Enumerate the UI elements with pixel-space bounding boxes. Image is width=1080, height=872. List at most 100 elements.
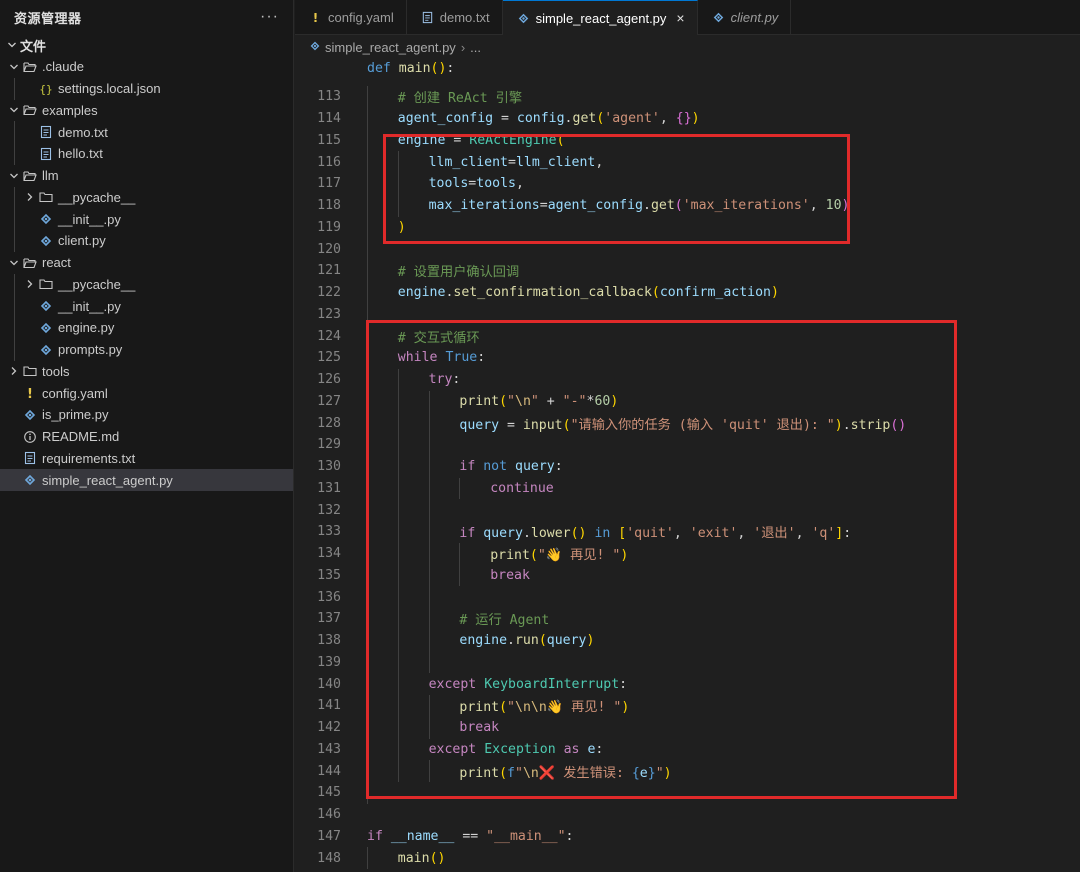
code-line[interactable]: 140 except KeyboardInterrupt: <box>295 673 1080 695</box>
tree-item-label: config.yaml <box>42 385 108 401</box>
code-token: . <box>507 633 515 649</box>
breadcrumb-file[interactable]: simple_react_agent.py <box>325 40 456 55</box>
tree-item[interactable]: simple_react_agent.py <box>0 469 293 491</box>
code-text: if not query: <box>459 459 562 474</box>
code-line[interactable]: 138 engine.run(query) <box>295 629 1080 652</box>
code-line[interactable]: 147 if __name__ == "__main__": <box>295 826 1080 848</box>
tree-item[interactable]: hello.txt <box>0 143 293 165</box>
breadcrumb-separator: › <box>460 39 466 55</box>
tree-item[interactable]: examples <box>0 100 293 122</box>
code-line[interactable]: 125 while True: <box>295 347 1080 369</box>
code-line[interactable]: 115 engine = ReActEngine( <box>295 129 1080 152</box>
indent-guide <box>367 86 368 108</box>
tree-item[interactable]: __init__.py <box>0 208 293 230</box>
code-line[interactable]: 127 print("\n" + "-"*60) <box>295 390 1080 413</box>
code-line[interactable]: 146 <box>295 804 1080 826</box>
code-line[interactable]: 119) <box>295 216 1080 239</box>
tree-item[interactable]: prompts.py <box>0 338 293 361</box>
code-line[interactable]: 121 # 设置用户确认回调 <box>295 260 1080 282</box>
code-token: tools <box>428 176 469 192</box>
line-number: 145 <box>317 785 341 801</box>
code-line[interactable]: 120 <box>295 238 1080 260</box>
tree-item[interactable]: {} settings.local.json <box>0 77 293 100</box>
code-line[interactable]: 114 agent_config = config.get('agent', {}… <box>295 107 1080 130</box>
code-token: ) <box>771 285 779 301</box>
close-icon[interactable]: × <box>676 10 684 26</box>
editor-tab[interactable]: ! config.yaml <box>295 0 407 35</box>
code-line[interactable]: 143 except Exception as e: <box>295 738 1080 761</box>
indent-guide <box>397 564 399 587</box>
code-line[interactable]: 139 <box>295 651 1080 674</box>
code-line[interactable]: 136 <box>295 586 1080 608</box>
tree-item[interactable]: README.md <box>0 426 293 448</box>
code-editor[interactable]: def main(): 113 # 创建 ReAct 引擎 114 agent_con… <box>295 58 1080 872</box>
info-icon <box>22 429 38 445</box>
code-token: break <box>459 720 500 736</box>
code-line[interactable]: 144 print(f"\n❌ 发生错误: {e}") <box>295 760 1080 782</box>
code-token: llm_client <box>428 154 508 170</box>
tree-item[interactable]: ! config.yaml <box>0 382 293 404</box>
yaml-file-icon: ! <box>309 11 322 24</box>
indent-guide <box>397 651 399 674</box>
code-text: tools=tools, <box>429 176 524 191</box>
code-line[interactable]: 118 max_iterations=agent_config.get('max_… <box>295 194 1080 217</box>
code-line[interactable]: 124 # 交互式循环 <box>295 325 1080 347</box>
code-token: 60 <box>594 393 611 409</box>
editor-tab[interactable]: client.py <box>698 0 792 35</box>
line-number: 129 <box>317 437 341 453</box>
code-line[interactable]: 135 break <box>295 564 1080 587</box>
tree-item[interactable]: __pycache__ <box>0 186 293 209</box>
code-line[interactable]: 128 query = input("请输入你的任务 (输入 'quit' 退出)… <box>295 412 1080 434</box>
workspace-section-header[interactable]: 文件 <box>0 34 293 56</box>
line-number: 136 <box>317 589 341 605</box>
code-token: query <box>546 633 587 649</box>
sticky-scroll-line[interactable]: def main(): <box>295 58 1080 80</box>
code-line[interactable]: 117 tools=tools, <box>295 173 1080 195</box>
code-token: as <box>563 741 580 757</box>
code-line[interactable]: 148 main() <box>295 847 1080 869</box>
code-token: 'q' <box>811 526 836 542</box>
tree-item[interactable]: llm <box>0 165 293 187</box>
editor-tab[interactable]: demo.txt <box>407 0 503 35</box>
tree-item[interactable]: is_prime.py <box>0 404 293 426</box>
code-token: 'agent' <box>604 111 660 127</box>
line-number: 132 <box>317 502 341 518</box>
folder-icon <box>22 59 38 75</box>
code-line[interactable]: 130 if not query: <box>295 455 1080 478</box>
code-line[interactable]: 145 <box>295 782 1080 804</box>
code-line[interactable]: 123 <box>295 303 1080 326</box>
more-actions-icon[interactable]: ··· <box>260 8 279 26</box>
code-line[interactable]: 122 engine.set_confirmation_callback(conf… <box>295 281 1080 304</box>
code-token: KeyboardInterrupt <box>484 676 620 692</box>
tree-item[interactable]: react <box>0 252 293 274</box>
code-line[interactable]: 141 print("\n\n👋 再见! ") <box>295 695 1080 717</box>
code-line[interactable]: 113 # 创建 ReAct 引擎 <box>295 86 1080 108</box>
tree-item[interactable]: client.py <box>0 230 293 252</box>
code-line[interactable]: 133 if query.lower() in ['quit', 'exit', … <box>295 521 1080 543</box>
code-text: print("\n\n👋 再见! ") <box>459 696 629 715</box>
code-text: main() <box>398 851 446 866</box>
indent-guide <box>14 295 15 317</box>
code-line[interactable]: 142 break <box>295 716 1080 739</box>
indent-guide <box>367 499 368 521</box>
breadcrumb-symbol[interactable]: ... <box>470 40 481 55</box>
code-line[interactable]: 129 <box>295 434 1080 456</box>
code-line[interactable]: 134 print("👋 再见! ") <box>295 542 1080 565</box>
code-line[interactable]: 132 <box>295 499 1080 521</box>
editor-tab[interactable]: simple_react_agent.py × <box>502 0 698 35</box>
tree-item[interactable]: engine.py <box>0 317 293 339</box>
code-line[interactable]: 131 continue <box>295 477 1080 500</box>
code-line[interactable]: 116 llm_client=llm_client, <box>295 151 1080 173</box>
code-token: True <box>445 350 478 366</box>
code-line[interactable]: 126 try: <box>295 368 1080 391</box>
tree-item[interactable]: requirements.txt <box>0 448 293 470</box>
tree-item-label: __init__.py <box>58 298 121 314</box>
tree-item[interactable]: __init__.py <box>0 295 293 317</box>
code-text: while True: <box>398 350 485 365</box>
tree-item[interactable]: .claude <box>0 56 293 78</box>
tree-item[interactable]: demo.txt <box>0 121 293 143</box>
tree-item[interactable]: tools <box>0 361 293 383</box>
code-token: llm_client <box>515 154 596 170</box>
code-line[interactable]: 137 # 运行 Agent <box>295 608 1080 630</box>
tree-item[interactable]: __pycache__ <box>0 273 293 296</box>
